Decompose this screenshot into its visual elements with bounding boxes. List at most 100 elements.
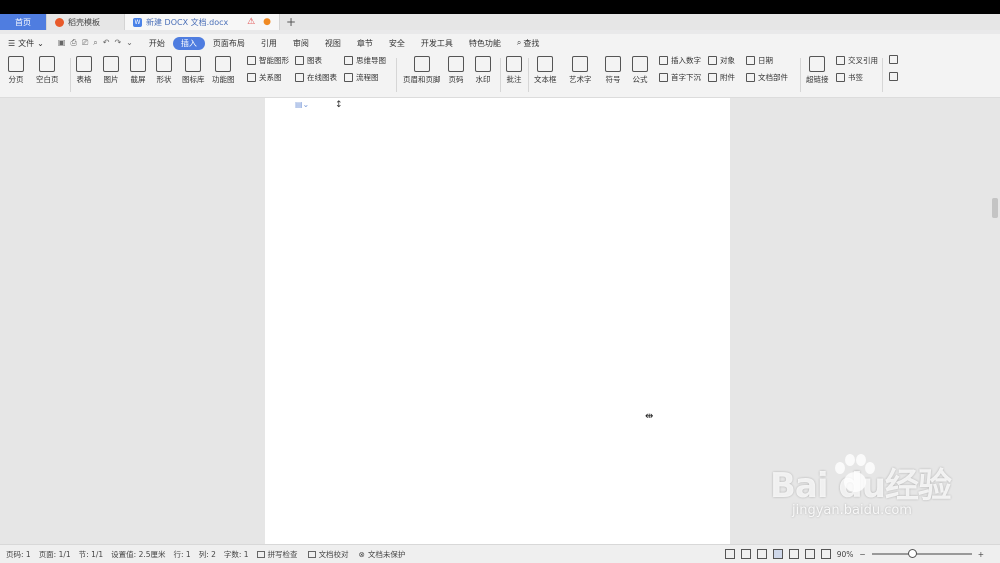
date-button[interactable]: 日期 (746, 55, 773, 66)
status-pages: 页面: 1/1 (38, 550, 71, 559)
header-footer-icon (413, 56, 430, 72)
undo-icon[interactable]: ↶ (103, 38, 110, 48)
page-view-icon[interactable] (772, 549, 783, 559)
watermark-icon (475, 56, 491, 72)
insert-number-button[interactable]: 插入数字 (659, 55, 701, 66)
object-button[interactable]: 对象 (708, 55, 735, 66)
menu-developer[interactable]: 开发工具 (413, 37, 461, 50)
menu-page-layout[interactable]: 页面布局 (205, 37, 253, 50)
menu-references[interactable]: 引用 (253, 37, 285, 50)
menu-view[interactable]: 视图 (317, 37, 349, 50)
protection-status[interactable]: ⊗ 文档未保护 (359, 549, 406, 560)
zoom-in-icon[interactable]: + (978, 550, 984, 559)
object-label: 对象 (720, 56, 735, 65)
print-icon[interactable]: ⎚ (82, 38, 88, 48)
flowchart-button[interactable]: 流程图 (344, 72, 379, 83)
eye-protection-icon[interactable] (820, 549, 831, 559)
icon-library-button[interactable]: 图标库 (182, 56, 205, 85)
file-menu[interactable]: ☰ 文件 ⌄ (8, 38, 50, 49)
menu-security[interactable]: 安全 (381, 37, 413, 50)
pi-icon (632, 56, 648, 72)
tab-home[interactable]: 首页 (0, 14, 47, 30)
table-label: 表格 (76, 75, 92, 84)
document-page[interactable] (265, 98, 730, 544)
menu-insert[interactable]: 插入 (172, 36, 205, 50)
doc-parts-button[interactable]: 文档部件 (746, 72, 788, 83)
print-preview-icon[interactable]: ⌕ (93, 38, 97, 48)
fullscreen-icon[interactable] (724, 549, 735, 559)
spell-check-button[interactable]: 拼写检查 (256, 549, 298, 560)
zoom-out-icon[interactable]: − (859, 550, 865, 559)
ribbon-extra-button[interactable] (889, 72, 898, 81)
chart-button[interactable]: 图表 (295, 55, 322, 66)
blank-page-label: 空白页 (36, 75, 59, 84)
zoom-level[interactable]: 90% (837, 550, 854, 559)
shape-button[interactable]: 形状 (156, 56, 172, 85)
paste-options-icon[interactable]: ▤⌄ (295, 100, 309, 109)
link-icon (809, 56, 826, 72)
mindmap-button[interactable]: 思维导图 (344, 55, 386, 66)
menu-review[interactable]: 审阅 (285, 37, 317, 50)
reading-view-icon[interactable] (740, 549, 751, 559)
page-break-button[interactable]: 分页 (8, 56, 24, 85)
relation-chart-icon (247, 73, 256, 82)
search-label: 查找 (523, 38, 540, 48)
blank-page-button[interactable]: 空白页 (36, 56, 59, 85)
screenshot-button[interactable]: 截屏 (130, 56, 146, 85)
hyperlink-button[interactable]: 超链接 (806, 56, 829, 85)
status-column: 列: 2 (198, 550, 216, 559)
bookmark-button[interactable]: 书签 (836, 72, 863, 83)
page-number-button[interactable]: 页码 (448, 56, 464, 85)
tab-document-label: 新建 DOCX 文档.docx (146, 17, 229, 27)
comment-label: 批注 (506, 75, 522, 84)
export-pdf-icon[interactable]: ⎙ (70, 38, 76, 48)
comment-button[interactable]: 批注 (506, 56, 522, 85)
screenshot-label: 截屏 (130, 75, 146, 84)
redo-icon[interactable]: ↷ (114, 38, 121, 48)
menu-chapter[interactable]: 章节 (349, 37, 381, 50)
function-chart-button[interactable]: 功能图 (212, 56, 235, 85)
save-icon[interactable]: ▣ (58, 38, 66, 48)
warning-icon[interactable]: ⚠ (247, 17, 255, 27)
outline-view-icon[interactable] (788, 549, 799, 559)
mindmap-label: 思维导图 (356, 56, 386, 65)
vertical-scrollbar[interactable] (992, 198, 998, 218)
table-button[interactable]: 表格 (76, 56, 92, 85)
textbox-button[interactable]: 文本框 (534, 56, 557, 85)
status-word-count[interactable]: 字数: 1 (224, 549, 249, 560)
smart-shape-icon (247, 56, 256, 65)
menu-start[interactable]: 开始 (141, 37, 173, 50)
tab-document[interactable]: W 新建 DOCX 文档.docx ⚠ ● (125, 14, 280, 30)
web-view-icon[interactable] (804, 549, 815, 559)
tab-templates[interactable]: 稻壳模板 (47, 14, 125, 30)
symbol-button[interactable]: 符号 (605, 56, 621, 85)
watermark-button[interactable]: 水印 (475, 56, 491, 85)
header-footer-button[interactable]: 页眉和页脚 (403, 56, 441, 85)
proofread-button[interactable]: 文档校对 (307, 549, 349, 560)
header-footer-label: 页眉和页脚 (403, 75, 441, 84)
new-tab-button[interactable]: + (280, 14, 302, 30)
comment-icon (506, 56, 522, 72)
ribbon-divider (70, 58, 71, 92)
textbox-label: 文本框 (534, 75, 557, 84)
edit-icon[interactable] (756, 549, 767, 559)
ribbon-extra-button[interactable] (889, 55, 898, 64)
docx-icon: W (133, 17, 142, 27)
unsaved-dot-icon: ● (263, 17, 271, 27)
formula-button[interactable]: 公式 (632, 56, 648, 85)
search-command[interactable]: ⌕ 查找 (509, 38, 547, 49)
function-chart-label: 功能图 (212, 75, 235, 84)
wordart-button[interactable]: 艺术字 (569, 56, 592, 85)
zoom-slider[interactable] (871, 549, 972, 558)
menu-features[interactable]: 特色功能 (461, 37, 509, 50)
dropcap-button[interactable]: 首字下沉 (659, 72, 701, 83)
blank-page-icon (39, 56, 56, 72)
smart-shape-button[interactable]: 智能图形 (247, 55, 289, 66)
cross-ref-button[interactable]: 交叉引用 (836, 55, 878, 66)
relation-chart-button[interactable]: 关系图 (247, 72, 282, 83)
zoom-slider-knob[interactable] (907, 549, 917, 558)
more-icon[interactable]: ⌄ (126, 38, 133, 48)
online-chart-button[interactable]: 在线图表 (295, 72, 337, 83)
attachment-button[interactable]: 附件 (708, 72, 735, 83)
picture-button[interactable]: 图片 (103, 56, 119, 85)
